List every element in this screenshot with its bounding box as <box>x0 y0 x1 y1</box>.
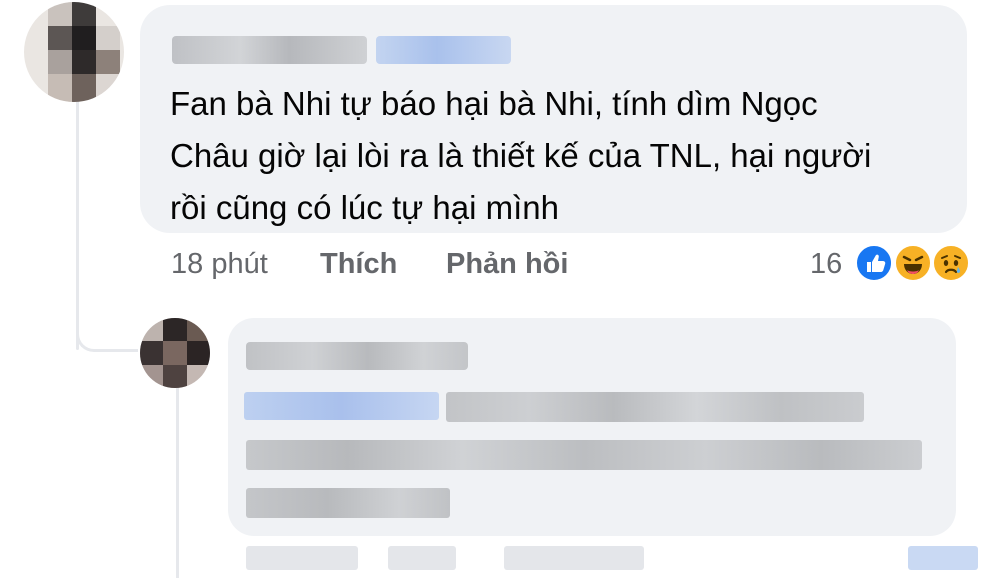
reply-avatar[interactable] <box>140 318 210 388</box>
comment-line: Fan bà Nhi tự báo hại bà Nhi, tính dìm N… <box>170 85 818 122</box>
reply-timestamp-blur <box>246 546 358 570</box>
commenter-name[interactable] <box>172 36 367 64</box>
reply-thread-connector <box>76 300 138 352</box>
reply-author-name[interactable] <box>246 342 468 370</box>
reply-reaction-blur <box>908 546 978 570</box>
reply-reply-blur <box>504 546 644 570</box>
reply-thread-line <box>176 388 179 578</box>
reply-text-blur <box>246 440 922 470</box>
commenter-avatar[interactable] <box>24 2 124 102</box>
comment-line: Châu giờ lại lòi ra là thiết kế của TNL,… <box>170 137 872 174</box>
haha-icon[interactable] <box>894 244 932 282</box>
sad-icon[interactable] <box>932 244 970 282</box>
comment-line: rồi cũng có lúc tự hại mình <box>170 189 559 226</box>
reaction-count[interactable]: 16 <box>810 244 842 284</box>
comment-text: Fan bà Nhi tự báo hại bà Nhi, tính dìm N… <box>170 78 950 234</box>
like-icon[interactable] <box>855 244 893 282</box>
like-button[interactable]: Thích <box>320 244 397 284</box>
reply-mention[interactable] <box>244 392 439 420</box>
follow-link[interactable] <box>376 36 511 64</box>
reply-like-blur <box>388 546 456 570</box>
reply-button[interactable]: Phản hồi <box>446 244 568 284</box>
reply-text-blur <box>446 392 864 422</box>
comment-timestamp[interactable]: 18 phút <box>171 244 268 284</box>
reply-text-blur <box>246 488 450 518</box>
